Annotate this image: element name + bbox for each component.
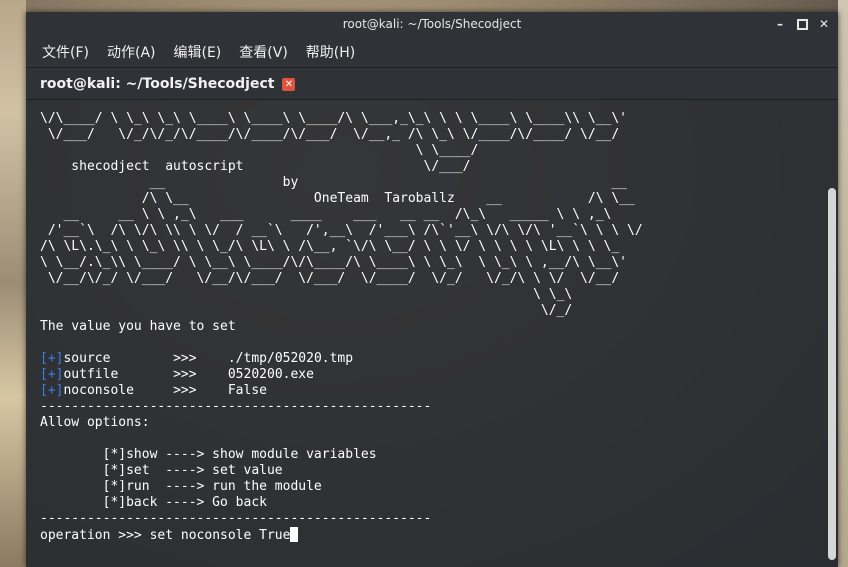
text-cursor bbox=[290, 527, 299, 542]
setting-value: ./tmp/052020.tmp bbox=[227, 351, 354, 366]
menu-action[interactable]: 动作(A) bbox=[107, 40, 156, 64]
menu-bar: 文件(F) 动作(A) 编辑(E) 查看(V) 帮助(H) bbox=[26, 37, 838, 68]
ascii-banner-line: /\ \__ OneTeam Taroballz __ /\ \__ bbox=[40, 191, 635, 206]
desktop-background-right bbox=[838, 0, 848, 567]
setting-prefix: [+] bbox=[40, 367, 64, 382]
tab-label: root@kali: ~/Tools/Shecodject bbox=[40, 76, 275, 92]
setting-row: [+]outfile >>> 0520200.exe bbox=[40, 367, 824, 383]
option-line: [*]show ----> show module variables bbox=[40, 447, 377, 462]
ascii-banner-line: \/\____/ \ \_\ \_\ \____\ \____\ \____/\… bbox=[40, 111, 627, 126]
command-line[interactable]: operation >>> set noconsole True bbox=[40, 527, 824, 543]
ascii-banner-line: __ by __ bbox=[40, 175, 627, 190]
close-button[interactable]: ✕ bbox=[816, 16, 832, 32]
setting-arrow: >>> bbox=[173, 367, 197, 382]
setting-value: False bbox=[227, 383, 267, 398]
minimize-button[interactable]: – bbox=[772, 16, 788, 32]
setting-arrow: >>> bbox=[173, 351, 197, 366]
setting-row: [+]noconsole >>> False bbox=[40, 383, 824, 399]
ascii-banner-line: \ \_\ bbox=[40, 287, 573, 302]
window-title: root@kali: ~/Tools/Shecodject bbox=[342, 17, 522, 31]
allow-options-label: Allow options: bbox=[40, 415, 150, 430]
setting-arrow: >>> bbox=[173, 383, 197, 398]
ascii-banner-line: /\ \L\.\_\ \ \_\ \\ \ \_/\ \L\ \ /\__, `… bbox=[40, 239, 620, 254]
menu-edit[interactable]: 编辑(E) bbox=[174, 40, 222, 64]
ascii-banner-line: /'__`\ /\ \/\ \\ \ \/ / __`\ /',__\ /'__… bbox=[40, 223, 643, 238]
menu-file[interactable]: 文件(F) bbox=[42, 40, 89, 64]
ascii-banner-line: shecodject autoscript \/___/ bbox=[40, 159, 471, 174]
scrollbar[interactable] bbox=[828, 188, 836, 560]
maximize-button[interactable] bbox=[794, 16, 810, 32]
prompt: operation >>> bbox=[40, 528, 150, 543]
maximize-icon bbox=[796, 19, 808, 30]
terminal-window: root@kali: ~/Tools/Shecodject – ✕ 文件(F) … bbox=[26, 12, 838, 567]
ascii-banner-line: \/__/\/_/ \/___/ \/__/\/___/ \/___/ \/__… bbox=[40, 271, 620, 286]
values-heading: The value you have to set bbox=[40, 319, 236, 334]
terminal-output[interactable]: \/\____/ \ \_\ \_\ \____\ \____\ \____/\… bbox=[26, 99, 824, 567]
title-bar[interactable]: root@kali: ~/Tools/Shecodject – ✕ bbox=[26, 12, 838, 37]
menu-help[interactable]: 帮助(H) bbox=[306, 40, 355, 64]
tab-bar: root@kali: ~/Tools/Shecodject ✕ bbox=[26, 68, 838, 100]
setting-name: outfile bbox=[63, 367, 174, 382]
menu-view[interactable]: 查看(V) bbox=[239, 40, 288, 64]
setting-row: [+]source >>> ./tmp/052020.tmp bbox=[40, 351, 824, 367]
separator-line: ----------------------------------------… bbox=[40, 399, 432, 414]
option-line: [*]set ----> set value bbox=[40, 463, 283, 478]
ascii-banner-line: __ __ \ \ ,_\ ___ ____ ___ __ __ /\_\ __… bbox=[40, 207, 612, 222]
command-input[interactable]: set noconsole True bbox=[150, 528, 291, 543]
option-line: [*]back ----> Go back bbox=[40, 495, 267, 510]
setting-prefix: [+] bbox=[40, 383, 64, 398]
ascii-banner-line: \ \____/ bbox=[40, 143, 479, 158]
setting-name: noconsole bbox=[63, 383, 174, 398]
tab-terminal[interactable]: root@kali: ~/Tools/Shecodject ✕ bbox=[32, 71, 303, 97]
setting-value: 0520200.exe bbox=[227, 367, 314, 382]
ascii-banner-line: \/_/ bbox=[40, 303, 573, 318]
desktop-background-left bbox=[0, 0, 26, 567]
option-line: [*]run ----> run the module bbox=[40, 479, 322, 494]
setting-prefix: [+] bbox=[40, 351, 64, 366]
tab-close-icon[interactable]: ✕ bbox=[282, 77, 296, 91]
ascii-banner-line: \/___/ \/_/\/_/\/____/\/____/\/___/ \/__… bbox=[40, 127, 620, 142]
ascii-banner-line: \ \__/.\_\\ \____/ \ \__\ \____/\/\____/… bbox=[40, 255, 627, 270]
separator-line: ----------------------------------------… bbox=[40, 511, 432, 526]
setting-name: source bbox=[63, 351, 174, 366]
